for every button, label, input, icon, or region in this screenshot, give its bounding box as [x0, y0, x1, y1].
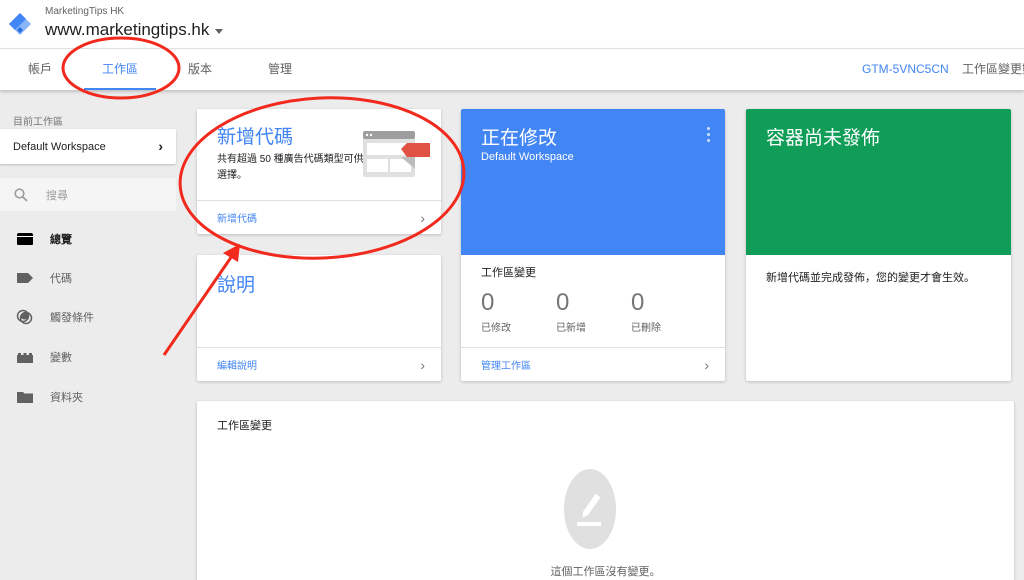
sidebar-item-label: 總覽: [50, 234, 72, 246]
stat-value: 0: [481, 289, 495, 316]
sidebar-item-overview[interactable]: 總覽: [0, 224, 176, 254]
search-icon: [14, 187, 28, 202]
sidebar-item-triggers[interactable]: 觸發條件: [0, 302, 176, 332]
folder-icon: [17, 392, 33, 403]
variable-icon: [17, 353, 33, 363]
publish-title: 容器尚未發佈: [766, 128, 881, 149]
stat-added: 0 已新增: [556, 289, 616, 334]
trigger-icon: [16, 309, 33, 325]
chevron-right-icon: ›: [158, 138, 163, 154]
sidebar-item-label: 資料夾: [50, 392, 83, 404]
now-editing-workspace: Default Workspace: [481, 151, 574, 163]
workspace-changes-count: 工作區變更數: [962, 62, 1024, 76]
overview-icon: [17, 233, 33, 245]
tag-icon: [17, 273, 33, 283]
current-workspace-label: 目前工作區: [13, 117, 63, 128]
gtm-workspace-page: MarketingTips HK www.marketingtips.hk 帳戶…: [0, 0, 1024, 580]
workspace-changes-title: 工作區變更: [217, 420, 272, 432]
nav-bar: 帳戶 工作區 版本 管理 GTM-5VNC5CN 工作區變更數: [0, 48, 1024, 90]
add-tag-card[interactable]: 新增代碼 共有超過 50 種廣告代碼類型可供選擇。 新增代碼 ›: [197, 109, 441, 234]
manage-workspaces-label: 管理工作區: [481, 361, 531, 372]
container-id[interactable]: GTM-5VNC5CN: [862, 49, 949, 89]
workspace-changes-card: 工作區變更 這個工作區沒有變更。: [197, 401, 1014, 580]
sidebar-item-tags[interactable]: 代碼: [0, 263, 176, 293]
workspace-name: Default Workspace: [13, 140, 106, 153]
description-title: 說明: [217, 275, 256, 296]
chevron-right-icon: ›: [420, 356, 425, 373]
tag-browser-illustration-icon: [363, 131, 430, 177]
top-bar: MarketingTips HK www.marketingtips.hk: [0, 0, 1024, 48]
chevron-right-icon: ›: [420, 209, 425, 226]
add-tag-link[interactable]: 新增代碼 ›: [197, 200, 441, 234]
workspace-selector[interactable]: Default Workspace ›: [0, 129, 176, 164]
edit-description-link[interactable]: 編輯說明 ›: [197, 347, 441, 381]
now-editing-card: 正在修改 Default Workspace 工作區變更 0 已修改 0 已新增…: [461, 109, 725, 381]
account-name: MarketingTips HK: [45, 6, 125, 17]
search-placeholder: 搜尋: [46, 189, 68, 202]
container-not-published-card: 容器尚未發佈 新增代碼並完成發佈，您的變更才會生效。: [746, 109, 1011, 381]
workspace-changes-heading: 工作區變更: [481, 267, 536, 279]
publish-header: 容器尚未發佈: [746, 109, 1011, 255]
stat-label: 已修改: [481, 323, 511, 334]
stat-modified: 0 已修改: [481, 289, 541, 334]
tab-versions[interactable]: 版本: [174, 49, 226, 90]
sidebar-item-label: 變數: [50, 352, 72, 364]
pencil-empty-state-icon: [564, 469, 616, 549]
now-editing-title: 正在修改: [481, 128, 558, 149]
container-name: www.marketingtips.hk: [45, 20, 210, 39]
chevron-right-icon: ›: [704, 356, 709, 373]
edit-description-label: 編輯說明: [217, 361, 257, 372]
sidebar-item-label: 觸發條件: [50, 312, 94, 324]
tab-workspace[interactable]: 工作區: [84, 49, 156, 90]
add-tag-link-label: 新增代碼: [217, 214, 257, 225]
gtm-diamond-icon: [9, 13, 31, 35]
manage-workspaces-link[interactable]: 管理工作區 ›: [461, 347, 725, 381]
stat-value: 0: [631, 289, 645, 316]
empty-state-text: 這個工作區沒有變更。: [550, 566, 661, 578]
stat-deleted: 0 已刪除: [631, 289, 691, 334]
stat-label: 已新增: [556, 323, 586, 334]
container-selector[interactable]: www.marketingtips.hk: [45, 20, 224, 40]
publish-body: 新增代碼並完成發佈，您的變更才會生效。: [766, 272, 975, 284]
sidebar-item-variables[interactable]: 變數: [0, 342, 176, 372]
add-tag-title: 新增代碼: [217, 127, 294, 148]
now-editing-header: 正在修改 Default Workspace: [461, 109, 725, 255]
add-tag-description: 共有超過 50 種廣告代碼類型可供選擇。: [217, 154, 364, 181]
stat-label: 已刪除: [631, 323, 661, 334]
search-input[interactable]: 搜尋: [0, 178, 176, 211]
stat-value: 0: [556, 289, 570, 316]
more-vert-icon[interactable]: [705, 127, 711, 145]
sidebar-item-label: 代碼: [50, 273, 72, 285]
description-card: 說明 編輯說明 ›: [197, 255, 441, 381]
sidebar-item-folders[interactable]: 資料夾: [0, 382, 176, 412]
tab-admin[interactable]: 管理: [254, 49, 306, 90]
caret-down-icon: [215, 28, 224, 34]
tab-account[interactable]: 帳戶: [14, 49, 66, 90]
